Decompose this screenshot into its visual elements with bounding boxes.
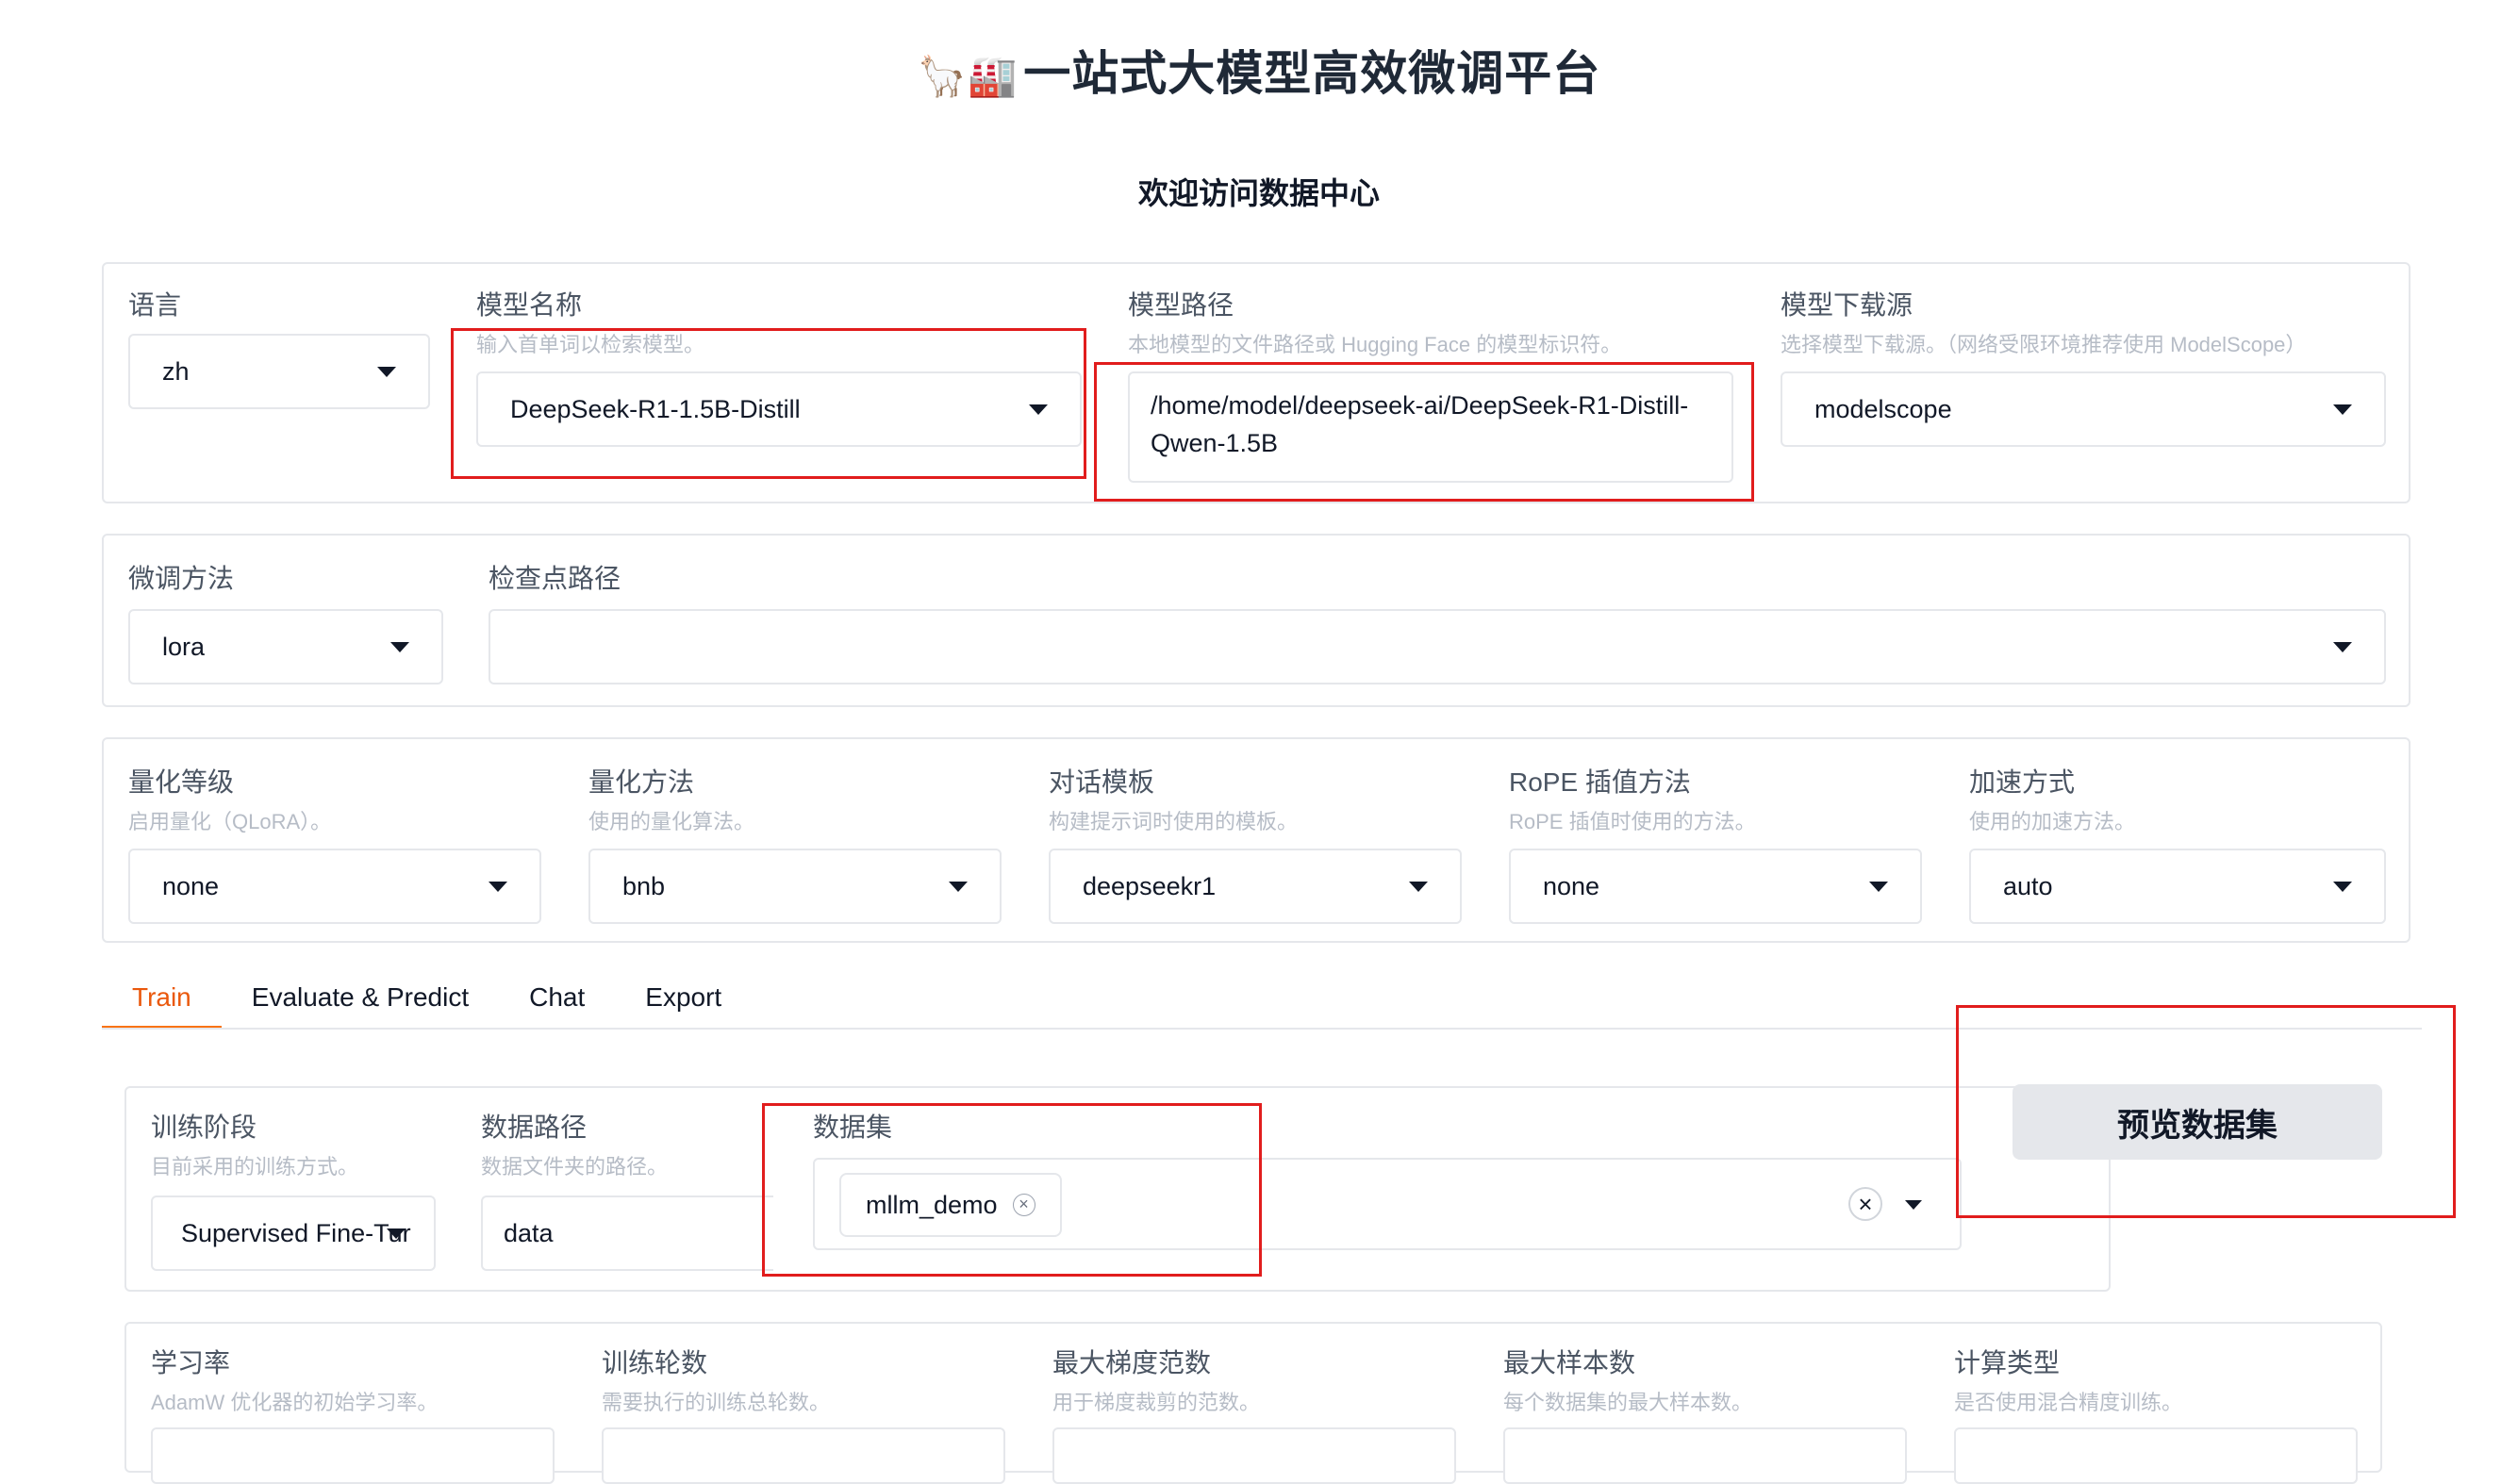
max-grad-norm-input[interactable] bbox=[1052, 1427, 1456, 1484]
finetune-method-value: lora bbox=[162, 632, 206, 661]
quant-level-value: none bbox=[162, 871, 220, 900]
quant-method-value: bnb bbox=[622, 871, 666, 900]
annotation-box-model-name bbox=[451, 328, 1086, 479]
chevron-down-icon bbox=[2333, 881, 2352, 892]
quant-method-dropdown[interactable]: bnb bbox=[588, 849, 1002, 924]
rope-dropdown[interactable]: none bbox=[1509, 849, 1922, 924]
checkpoint-path-label: 检查点路径 bbox=[489, 564, 621, 593]
epochs-info: 需要执行的训练总轮数。 bbox=[602, 1391, 831, 1414]
rope-label: RoPE 插值方法 bbox=[1509, 767, 1691, 797]
annotation-box-dataset bbox=[762, 1103, 1262, 1277]
rope-info: RoPE 插值时使用的方法。 bbox=[1509, 810, 1756, 833]
model-source-dropdown[interactable]: modelscope bbox=[1781, 371, 2386, 447]
stage-label: 训练阶段 bbox=[151, 1113, 257, 1142]
quant-method-info: 使用的量化算法。 bbox=[588, 810, 755, 833]
chevron-down-icon bbox=[1869, 881, 1888, 892]
chevron-down-icon bbox=[949, 881, 968, 892]
template-info: 构建提示词时使用的模板。 bbox=[1049, 810, 1299, 833]
learning-rate-info: AdamW 优化器的初始学习率。 bbox=[151, 1391, 439, 1414]
rope-value: none bbox=[1543, 871, 1600, 900]
llama-factory-icon: 🦙🏭 bbox=[917, 53, 1019, 99]
max-grad-norm-info: 用于梯度裁剪的范数。 bbox=[1052, 1391, 1261, 1414]
chevron-down-icon bbox=[390, 641, 409, 652]
tab-chat[interactable]: Chat bbox=[499, 971, 615, 1030]
tab-train[interactable]: Train bbox=[102, 971, 222, 1030]
model-path-label: 模型路径 bbox=[1128, 290, 1234, 320]
stage-info: 目前采用的训练方式。 bbox=[151, 1155, 359, 1179]
model-name-label: 模型名称 bbox=[476, 290, 583, 320]
booster-label: 加速方式 bbox=[1969, 767, 2076, 797]
language-value: zh bbox=[162, 356, 190, 386]
model-source-info: 选择模型下载源。（网络受限环境推荐使用 ModelScope） bbox=[1781, 333, 2307, 356]
max-samples-label: 最大样本数 bbox=[1503, 1348, 1636, 1377]
quant-level-label: 量化等级 bbox=[128, 767, 235, 797]
dataset-dir-value: data bbox=[504, 1219, 554, 1247]
model-path-info: 本地模型的文件路径或 Hugging Face 的模型标识符。 bbox=[1128, 333, 1622, 356]
chevron-down-icon bbox=[1409, 881, 1428, 892]
max-samples-info: 每个数据集的最大样本数。 bbox=[1503, 1391, 1753, 1414]
dataset-dir-info: 数据文件夹的路径。 bbox=[481, 1155, 669, 1179]
tab-evaluate-predict[interactable]: Evaluate & Predict bbox=[222, 971, 499, 1030]
model-source-value: modelscope bbox=[1814, 394, 1952, 423]
max-samples-input[interactable] bbox=[1503, 1427, 1907, 1484]
annotation-box-preview bbox=[1956, 1005, 2456, 1218]
compute-type-info: 是否使用混合精度训练。 bbox=[1954, 1391, 2183, 1414]
dataset-dir-input[interactable]: data bbox=[481, 1195, 773, 1271]
quant-method-label: 量化方法 bbox=[588, 767, 695, 797]
language-label: 语言 bbox=[128, 290, 182, 320]
template-dropdown[interactable]: deepseekr1 bbox=[1049, 849, 1462, 924]
tab-export[interactable]: Export bbox=[615, 971, 752, 1030]
stage-dropdown[interactable]: Supervised Fine-Tur bbox=[151, 1195, 436, 1271]
chevron-down-icon bbox=[377, 366, 396, 377]
finetune-method-dropdown[interactable]: lora bbox=[128, 609, 443, 684]
chevron-down-icon bbox=[489, 881, 507, 892]
chevron-down-icon bbox=[2333, 641, 2352, 652]
language-dropdown[interactable]: zh bbox=[128, 334, 430, 409]
app-title: 🦙🏭 一站式大模型高效微调平台 bbox=[0, 36, 2518, 104]
template-value: deepseekr1 bbox=[1083, 871, 1217, 900]
epochs-input[interactable] bbox=[602, 1427, 1005, 1484]
booster-dropdown[interactable]: auto bbox=[1969, 849, 2386, 924]
finetune-method-label: 微调方法 bbox=[128, 564, 235, 593]
compute-type-input[interactable] bbox=[1954, 1427, 2358, 1484]
compute-type-label: 计算类型 bbox=[1954, 1348, 2061, 1377]
checkpoint-path-dropdown[interactable] bbox=[489, 609, 2386, 684]
template-label: 对话模板 bbox=[1049, 767, 1155, 797]
page-subtitle: 欢迎访问数据中心 bbox=[1137, 176, 1380, 210]
learning-rate-label: 学习率 bbox=[151, 1348, 231, 1377]
model-source-label: 模型下载源 bbox=[1781, 290, 1913, 320]
stage-value: Supervised Fine-Tur bbox=[181, 1218, 411, 1247]
main-tabs: Train Evaluate & Predict Chat Export bbox=[102, 971, 752, 1030]
app-title-text: 一站式大模型高效微调平台 bbox=[1023, 47, 1601, 100]
quant-level-dropdown[interactable]: none bbox=[128, 849, 541, 924]
learning-rate-input[interactable] bbox=[151, 1427, 555, 1484]
booster-info: 使用的加速方法。 bbox=[1969, 810, 2136, 833]
clear-icon[interactable]: × bbox=[1848, 1187, 1882, 1221]
chevron-down-icon[interactable] bbox=[1905, 1200, 1922, 1210]
dataset-dir-label: 数据路径 bbox=[481, 1113, 588, 1142]
quant-level-info: 启用量化（QLoRA）。 bbox=[128, 810, 332, 833]
booster-value: auto bbox=[2003, 871, 2053, 900]
epochs-label: 训练轮数 bbox=[602, 1348, 708, 1377]
chevron-down-icon bbox=[387, 1228, 406, 1239]
annotation-box-model-path bbox=[1094, 362, 1754, 502]
chevron-down-icon bbox=[2333, 404, 2352, 415]
max-grad-norm-label: 最大梯度范数 bbox=[1052, 1348, 1212, 1377]
